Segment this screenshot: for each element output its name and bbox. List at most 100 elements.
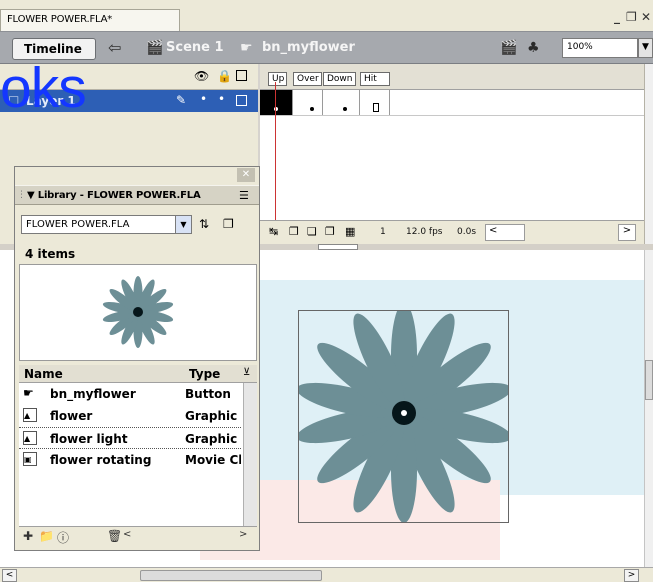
graphic-symbol-icon: ▲	[23, 408, 37, 422]
keyframe-down-dot	[343, 107, 347, 111]
hscroll-thumb[interactable]	[140, 570, 322, 581]
library-item-name: flower rotating	[50, 453, 152, 467]
library-preview	[19, 264, 257, 361]
center-frame-icon[interactable]: ↹	[269, 225, 278, 238]
scene-icon: 🎬	[146, 40, 164, 56]
lock-icon[interactable]: 🔒	[217, 69, 232, 83]
library-panel: ✕ ⋮ ▼ Library - FLOWER POWER.FLA ☰ FLOWE…	[14, 166, 260, 551]
library-bottom-bar: ✚ 📁 ⓘ 🗑 < >	[19, 526, 257, 546]
hscroll-left-icon[interactable]: <	[2, 569, 17, 582]
zoom-field[interactable]: 100%	[562, 38, 638, 58]
library-item-type: Button	[185, 387, 231, 401]
frame-rate: 12.0 fps	[406, 227, 443, 237]
frames-empty-area	[260, 116, 644, 220]
library-title: Library - FLOWER POWER.FLA	[37, 190, 201, 201]
delete-icon[interactable]: 🗑	[107, 529, 122, 543]
document-tab[interactable]: FLOWER POWER.FLA*	[0, 9, 180, 31]
frame-label-up[interactable]: Up	[268, 72, 288, 86]
frame-header: Up Over Down Hit	[260, 64, 644, 90]
graphic-symbol-icon: ▲	[23, 431, 37, 445]
flower-graphic[interactable]	[296, 303, 512, 523]
stage-horizontal-scrollbar[interactable]: < >	[0, 567, 653, 582]
library-titlebar[interactable]: ⋮ ▼ Library - FLOWER POWER.FLA ☰	[15, 185, 259, 205]
frame-label-hit[interactable]: Hit	[360, 72, 390, 86]
library-item-type: Graphic	[185, 409, 238, 423]
library-item-name: bn_myflower	[50, 387, 136, 401]
document-titlebar: FLOWER POWER.FLA* _ ❐ ✕	[0, 0, 653, 31]
library-list-header: Name Type ⊻	[19, 365, 257, 383]
grip-icon[interactable]: ⋮	[17, 190, 26, 200]
library-item-type: Graphic	[185, 432, 238, 446]
frames-row[interactable]	[260, 90, 644, 116]
onion-outline-icon[interactable]: ❏	[307, 225, 317, 238]
library-item[interactable]: ▲ flower Graphic	[19, 405, 241, 427]
scroll-left-icon[interactable]: <	[485, 224, 525, 241]
registration-point	[401, 410, 407, 416]
button-symbol-icon: ☛	[23, 386, 34, 400]
options-menu-icon[interactable]: ☰	[239, 189, 249, 202]
current-frame: 1	[380, 227, 386, 237]
item-count: 4 items	[25, 247, 76, 261]
library-file-select[interactable]: FLOWER POWER.FLA	[21, 215, 177, 234]
new-symbol-icon[interactable]: ✚	[23, 529, 33, 543]
frame-label-down[interactable]: Down	[323, 72, 356, 86]
library-dropdown-icon[interactable]: ▼	[175, 215, 192, 234]
library-item-name: flower	[50, 409, 93, 423]
properties-icon[interactable]: ⓘ	[57, 529, 69, 546]
visibility-dot[interactable]: •	[200, 92, 207, 106]
keyframe-up[interactable]	[260, 90, 293, 115]
preview-center	[133, 307, 143, 317]
new-library-icon[interactable]: ❐	[223, 217, 234, 231]
frame-label-over[interactable]: Over	[293, 72, 322, 86]
library-item-selected[interactable]: ▲ flower light Graphic	[19, 427, 241, 449]
list-scroll-right-icon[interactable]: >	[239, 529, 247, 540]
edit-multiple-icon[interactable]: ❐	[325, 225, 335, 238]
edit-bar: Timeline ⇦ 🎬 Scene 1 ☛ bn_myflower 🎬 ♣ 1…	[0, 31, 653, 64]
breadcrumb-scene[interactable]: Scene 1	[166, 40, 224, 55]
preview-flower	[102, 276, 174, 348]
library-title-wrap: ▼ Library - FLOWER POWER.FLA	[27, 190, 201, 201]
library-list: ☛ bn_myflower Button ▲ flower Graphic ▲ …	[19, 383, 257, 526]
breadcrumb-symbol[interactable]: bn_myflower	[262, 40, 355, 55]
library-item[interactable]: ▣ flower rotating Movie Clip	[19, 449, 241, 471]
onion-skin-icon[interactable]: ❐	[289, 225, 299, 238]
eye-icon[interactable]: 👁	[194, 69, 209, 83]
edit-symbols-icon[interactable]: ♣	[527, 40, 540, 56]
keyframe-over[interactable]	[293, 90, 323, 115]
elapsed-time: 0.0s	[457, 227, 477, 237]
list-scroll-left-icon[interactable]: <	[123, 529, 131, 540]
outline-icon[interactable]	[236, 70, 247, 81]
back-arrow-icon[interactable]: ⇦	[108, 38, 121, 57]
edit-scene-icon[interactable]: 🎬	[500, 40, 517, 56]
hscroll-right-icon[interactable]: >	[624, 569, 639, 582]
onion-markers-icon[interactable]: ▦	[345, 225, 355, 238]
minimize-icon[interactable]: _	[614, 10, 620, 24]
movieclip-symbol-icon: ▣	[23, 452, 37, 466]
restore-icon[interactable]: ❐	[626, 10, 637, 24]
column-name[interactable]: Name	[24, 367, 63, 381]
timeline-status-bar: ↹ ❐ ❏ ❐ ▦ 1 12.0 fps 0.0s < >	[260, 220, 644, 244]
pin-icon[interactable]: ⇅	[199, 217, 209, 231]
keyframe-down[interactable]	[323, 90, 360, 115]
new-folder-icon[interactable]: 📁	[39, 529, 54, 543]
close-icon[interactable]: ✕	[641, 10, 651, 24]
keyframe-hit-box	[373, 103, 379, 112]
library-item[interactable]: ☛ bn_myflower Button	[19, 383, 241, 405]
keyframe-over-dot	[310, 107, 314, 111]
library-item-type: Movie Clip	[185, 453, 241, 467]
stage-vscroll-thumb[interactable]	[645, 360, 653, 400]
scroll-right-icon[interactable]: >	[618, 224, 636, 241]
outline-box[interactable]	[236, 95, 247, 106]
library-item-name: flower light	[50, 432, 128, 446]
timeline-scrollbar[interactable]	[644, 64, 653, 250]
sort-icon[interactable]: ⊻	[243, 367, 250, 378]
panel-close-icon[interactable]: ✕	[237, 168, 255, 182]
stage-vertical-scrollbar[interactable]	[644, 250, 653, 567]
library-scrollbar[interactable]	[243, 383, 257, 526]
symbol-bounding-box[interactable]	[296, 303, 512, 523]
column-type[interactable]: Type	[189, 367, 220, 381]
pencil-icon: ✎	[176, 93, 187, 107]
zoom-dropdown-icon[interactable]: ▼	[638, 38, 653, 58]
lock-dot[interactable]: •	[218, 92, 225, 106]
overlay-text: oks	[0, 56, 87, 120]
